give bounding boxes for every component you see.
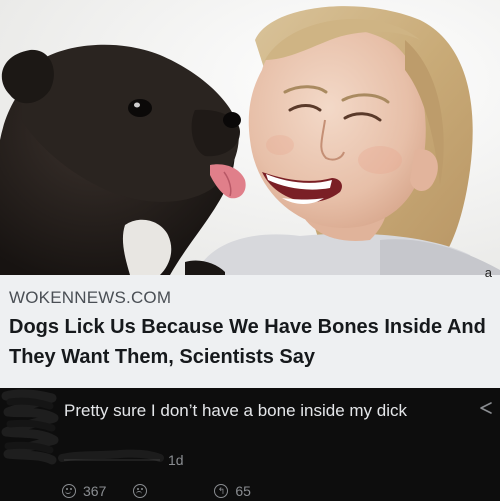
link-domain: WOKENNEWS.COM <box>9 288 172 307</box>
reaction-bar: 367 ↰ 65 <box>62 482 251 500</box>
reply-action[interactable]: ↰ 65 <box>214 483 251 499</box>
smile-reaction-icon[interactable] <box>62 484 76 498</box>
reply-icon[interactable]: ↰ <box>214 484 229 498</box>
comment-text: Pretty sure I don’t have a bone inside m… <box>64 401 408 420</box>
post-image[interactable] <box>0 0 500 275</box>
upvote-reaction[interactable]: 367 <box>62 483 106 499</box>
dog-and-woman-photo <box>0 0 500 275</box>
comment: Pretty sure I don’t have a bone inside m… <box>0 388 500 501</box>
upvote-count: 367 <box>83 483 107 499</box>
downvote-reaction[interactable] <box>133 484 148 498</box>
frown-reaction-icon[interactable] <box>133 484 148 498</box>
article-headline[interactable]: Dogs Lick Us Because We Have Bones Insid… <box>9 312 500 372</box>
post-screenshot: a WOKENNEWS.COM Dogs Lick Us Because We … <box>0 0 500 501</box>
comment-timestamp: 1d <box>168 452 184 468</box>
link-preview-card[interactable]: a WOKENNEWS.COM Dogs Lick Us Because We … <box>0 265 500 388</box>
corner-glyph: a <box>484 265 492 280</box>
reply-count: 65 <box>235 483 251 499</box>
share-icon[interactable] <box>478 400 494 416</box>
